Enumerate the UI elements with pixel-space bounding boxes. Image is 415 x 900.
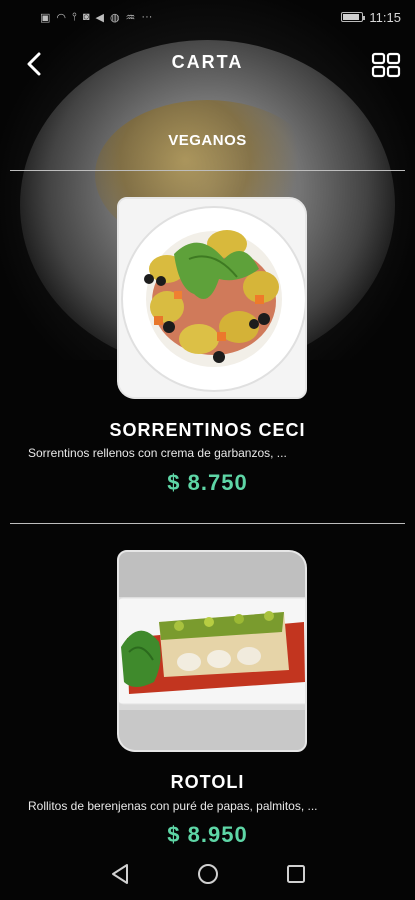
- product-description: Rollitos de berenjenas con puré de papas…: [28, 799, 318, 813]
- wifi-icon: ◠: [56, 11, 67, 24]
- twitter-icon: ♒: [125, 11, 136, 24]
- product-price: $ 8.750: [167, 470, 248, 495]
- product-description: Sorrentinos rellenos con crema de garban…: [28, 446, 287, 460]
- status-right: 11:15: [341, 10, 401, 25]
- product-photo-rotoli[interactable]: [117, 550, 307, 752]
- sim-icon: ▣: [40, 11, 51, 24]
- product-name: SORRENTINOS CECI: [109, 420, 306, 440]
- grid-view-button[interactable]: [371, 50, 401, 80]
- nav-home-button[interactable]: [195, 861, 221, 887]
- triangle-back-icon: [111, 864, 128, 884]
- menu-screen: ▣ ◠ ⫯ ◙ ◀ ◍ ♒ ··· 11:15 CARTA VEGANOS SO…: [0, 0, 415, 900]
- usb-icon: ⫯: [72, 10, 77, 23]
- battery-fill: [343, 14, 359, 20]
- nav-back-button[interactable]: [107, 861, 133, 887]
- status-bar: ▣ ◠ ⫯ ◙ ◀ ◍ ♒ ··· 11:15: [0, 0, 415, 34]
- nav-recents-button[interactable]: [283, 861, 309, 887]
- product-name: ROTOLI: [170, 772, 245, 792]
- clock-text: 11:15: [369, 9, 401, 25]
- battery-icon: [341, 12, 366, 22]
- more-icon: ···: [141, 11, 153, 23]
- category-title: VEGANOS: [168, 132, 247, 149]
- product-photo-sorrentinos[interactable]: [117, 197, 307, 399]
- page-title: CARTA: [171, 52, 244, 72]
- product-price: $ 8.950: [167, 822, 248, 847]
- sorrentinos-dish-image: [119, 199, 305, 397]
- grid-icon: [371, 52, 401, 78]
- instagram-icon: ◙: [82, 11, 90, 23]
- app-header: CARTA: [0, 40, 415, 88]
- circle-home-icon: [197, 864, 218, 884]
- category-divider: [10, 170, 405, 171]
- product-divider: [10, 523, 405, 524]
- system-nav-bar: [0, 848, 415, 900]
- whatsapp-icon: ◍: [109, 11, 120, 24]
- rotoli-dish-image: [119, 552, 305, 750]
- square-recents-icon: [286, 865, 305, 883]
- notification-icons: ▣ ◠ ⫯ ◙ ◀ ◍ ♒ ···: [40, 11, 152, 24]
- telegram-icon: ◀: [95, 11, 104, 24]
